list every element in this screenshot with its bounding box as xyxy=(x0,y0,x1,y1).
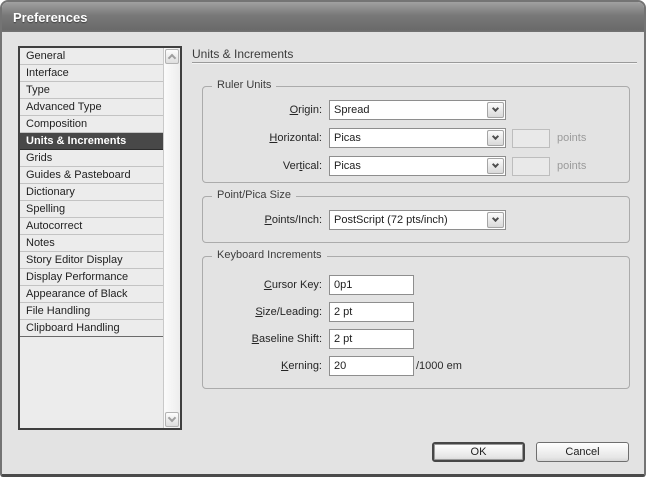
horizontal-label: Horizontal: xyxy=(203,132,329,144)
points-inch-dropdown[interactable]: PostScript (72 pts/inch) xyxy=(329,210,506,230)
points-inch-row: Points/Inch: PostScript (72 pts/inch) xyxy=(203,210,629,230)
dropdown-arrow-button[interactable] xyxy=(487,130,504,146)
vertical-points-unit-label: points xyxy=(557,160,586,172)
sidebar-item-guides-pasteboard[interactable]: Guides & Pasteboard xyxy=(20,167,163,184)
sidebar-item-appearance-of-black[interactable]: Appearance of Black xyxy=(20,286,163,303)
kerning-row: Kerning: /1000 em xyxy=(203,356,629,376)
sidebar-item-story-editor-display[interactable]: Story Editor Display xyxy=(20,252,163,269)
chevron-down-icon xyxy=(168,414,176,422)
title-bar: Preferences xyxy=(2,2,644,32)
vertical-units-dropdown[interactable]: Picas xyxy=(329,156,506,176)
preferences-dialog: Preferences General Interface Type Advan… xyxy=(0,0,646,477)
sidebar-item-composition[interactable]: Composition xyxy=(20,116,163,133)
sidebar-item-autocorrect[interactable]: Autocorrect xyxy=(20,218,163,235)
size-leading-row: Size/Leading: xyxy=(203,302,629,322)
vertical-label: Vertical: xyxy=(203,160,329,172)
chevron-down-icon xyxy=(492,105,499,112)
sidebar-item-spelling[interactable]: Spelling xyxy=(20,201,163,218)
point-pica-size-group: Point/Pica Size Points/Inch: PostScript … xyxy=(202,196,630,243)
preferences-category-list: General Interface Type Advanced Type Com… xyxy=(18,46,182,430)
keyboard-increments-legend: Keyboard Increments xyxy=(212,249,327,261)
horizontal-custom-points-field xyxy=(512,129,550,148)
sidebar-item-type[interactable]: Type xyxy=(20,82,163,99)
sidebar-item-interface[interactable]: Interface xyxy=(20,65,163,82)
points-inch-label: Points/Inch: xyxy=(203,214,329,226)
baseline-shift-row: Baseline Shift: xyxy=(203,329,629,349)
sidebar-item-notes[interactable]: Notes xyxy=(20,235,163,252)
kerning-field[interactable] xyxy=(329,356,414,376)
kerning-label: Kerning: xyxy=(203,360,329,372)
scroll-down-button[interactable] xyxy=(165,412,179,427)
ok-button[interactable]: OK xyxy=(432,442,525,462)
size-leading-field[interactable] xyxy=(329,302,414,322)
horizontal-points-unit-label: points xyxy=(557,132,586,144)
sidebar-item-dictionary[interactable]: Dictionary xyxy=(20,184,163,201)
baseline-shift-field[interactable] xyxy=(329,329,414,349)
window-title: Preferences xyxy=(13,10,87,25)
dropdown-arrow-button[interactable] xyxy=(487,212,504,228)
sidebar-item-display-performance[interactable]: Display Performance xyxy=(20,269,163,286)
sidebar-scrollbar[interactable] xyxy=(163,48,180,428)
sidebar-item-general[interactable]: General xyxy=(20,48,163,65)
chevron-down-icon xyxy=(492,215,499,222)
vertical-custom-points-field xyxy=(512,157,550,176)
scroll-up-button[interactable] xyxy=(165,49,179,64)
sidebar-item-units-increments[interactable]: Units & Increments xyxy=(20,133,163,150)
chevron-down-icon xyxy=(492,133,499,140)
cancel-button[interactable]: Cancel xyxy=(536,442,629,462)
point-pica-size-legend: Point/Pica Size xyxy=(212,189,296,201)
ruler-units-group: Ruler Units Origin: Spread Horizontal: P… xyxy=(202,86,630,183)
origin-dropdown[interactable]: Spread xyxy=(329,100,506,120)
dropdown-arrow-button[interactable] xyxy=(487,102,504,118)
chevron-down-icon xyxy=(492,161,499,168)
sidebar-item-grids[interactable]: Grids xyxy=(20,150,163,167)
category-items: General Interface Type Advanced Type Com… xyxy=(20,48,163,428)
baseline-shift-label: Baseline Shift: xyxy=(203,333,329,345)
sidebar-item-file-handling[interactable]: File Handling xyxy=(20,303,163,320)
horizontal-row: Horizontal: Picas points xyxy=(203,128,629,148)
keyboard-increments-group: Keyboard Increments Cursor Key: Size/Lea… xyxy=(202,256,630,389)
points-inch-value: PostScript (72 pts/inch) xyxy=(334,214,448,226)
panel-divider xyxy=(192,62,637,64)
kerning-unit-label: /1000 em xyxy=(416,360,462,372)
vertical-row: Vertical: Picas points xyxy=(203,156,629,176)
horizontal-units-dropdown[interactable]: Picas xyxy=(329,128,506,148)
page-title: Units & Increments xyxy=(192,47,293,61)
sidebar-item-clipboard-handling[interactable]: Clipboard Handling xyxy=(20,320,163,337)
origin-row: Origin: Spread xyxy=(203,100,629,120)
cursor-key-row: Cursor Key: xyxy=(203,275,629,295)
horizontal-units-value: Picas xyxy=(334,132,361,144)
cursor-key-label: Cursor Key: xyxy=(203,279,329,291)
sidebar-item-advanced-type[interactable]: Advanced Type xyxy=(20,99,163,116)
dropdown-arrow-button[interactable] xyxy=(487,158,504,174)
chevron-up-icon xyxy=(168,54,176,62)
size-leading-label: Size/Leading: xyxy=(203,306,329,318)
ruler-units-legend: Ruler Units xyxy=(212,79,276,91)
origin-value: Spread xyxy=(334,104,369,116)
origin-label: Origin: xyxy=(203,104,329,116)
vertical-units-value: Picas xyxy=(334,160,361,172)
cursor-key-field[interactable] xyxy=(329,275,414,295)
